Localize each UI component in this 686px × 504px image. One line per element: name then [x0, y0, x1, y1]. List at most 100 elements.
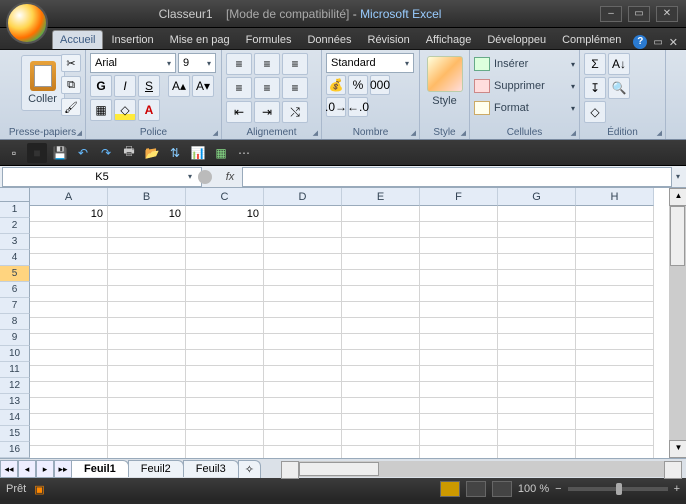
cell-B8[interactable]	[108, 318, 186, 334]
cell-C16[interactable]	[186, 446, 264, 458]
view-normal-button[interactable]	[440, 481, 460, 497]
cell-B14[interactable]	[108, 414, 186, 430]
cell-E2[interactable]	[342, 222, 420, 238]
cell-D5[interactable]	[264, 270, 342, 286]
cell-C3[interactable]	[186, 238, 264, 254]
wrap-merge-button[interactable]: ⤭	[282, 101, 308, 123]
cell-D10[interactable]	[264, 350, 342, 366]
align-center-button[interactable]: ≡	[254, 77, 280, 99]
cell-H6[interactable]	[576, 286, 654, 302]
fill-button[interactable]: ↧	[584, 77, 606, 99]
grow-font-button[interactable]: A▴	[168, 75, 190, 97]
qat-open-icon[interactable]: 📂	[142, 143, 162, 163]
cell-E15[interactable]	[342, 430, 420, 446]
cell-F15[interactable]	[420, 430, 498, 446]
qat-table-icon[interactable]: ▦	[211, 143, 231, 163]
cell-E16[interactable]	[342, 446, 420, 458]
row-header-9[interactable]: 9	[0, 330, 30, 346]
cell-C13[interactable]	[186, 398, 264, 414]
col-header-D[interactable]: D	[264, 188, 342, 206]
row-header-6[interactable]: 6	[0, 282, 30, 298]
align-middle-button[interactable]: ≡	[254, 53, 280, 75]
zoom-in-button[interactable]: +	[674, 483, 680, 495]
cell-E11[interactable]	[342, 366, 420, 382]
row-header-5[interactable]: 5	[0, 266, 30, 282]
row-header-8[interactable]: 8	[0, 314, 30, 330]
cell-F14[interactable]	[420, 414, 498, 430]
cell-A7[interactable]	[30, 302, 108, 318]
tab-affichage[interactable]: Affichage	[418, 30, 480, 49]
cell-H8[interactable]	[576, 318, 654, 334]
cell-A9[interactable]	[30, 334, 108, 350]
cell-B7[interactable]	[108, 302, 186, 318]
cell-C11[interactable]	[186, 366, 264, 382]
cell-C9[interactable]	[186, 334, 264, 350]
cell-B12[interactable]	[108, 382, 186, 398]
cell-B5[interactable]	[108, 270, 186, 286]
namebox-arrow-icon[interactable]: ▾	[188, 172, 192, 181]
cell-A11[interactable]	[30, 366, 108, 382]
autosum-button[interactable]: Σ	[584, 53, 606, 75]
doc-close-icon[interactable]: ✕	[669, 36, 678, 49]
cell-H10[interactable]	[576, 350, 654, 366]
row-header-2[interactable]: 2	[0, 218, 30, 234]
insert-cells-button[interactable]: Insérer▾	[474, 53, 575, 75]
row-header-16[interactable]: 16	[0, 442, 30, 458]
cell-D14[interactable]	[264, 414, 342, 430]
new-sheet-button[interactable]: ✧	[238, 460, 261, 478]
cell-D16[interactable]	[264, 446, 342, 458]
cell-H15[interactable]	[576, 430, 654, 446]
cell-H16[interactable]	[576, 446, 654, 458]
italic-button[interactable]: I	[114, 75, 136, 97]
cell-G8[interactable]	[498, 318, 576, 334]
cell-D11[interactable]	[264, 366, 342, 382]
cell-C8[interactable]	[186, 318, 264, 334]
cell-F3[interactable]	[420, 238, 498, 254]
sheet-tab-2[interactable]: Feuil2	[128, 460, 184, 477]
tab-revision[interactable]: Révision	[360, 30, 418, 49]
number-format-combo[interactable]: Standard▾	[326, 53, 414, 73]
row-header-10[interactable]: 10	[0, 346, 30, 362]
row-header-7[interactable]: 7	[0, 298, 30, 314]
cell-C7[interactable]	[186, 302, 264, 318]
maximize-button[interactable]: ▭	[628, 6, 650, 22]
copy-button[interactable]: ⧉	[61, 76, 81, 94]
cell-H1[interactable]	[576, 206, 654, 222]
ribbon-minimize-icon[interactable]: ▭	[653, 37, 662, 48]
tab-insertion[interactable]: Insertion	[103, 30, 161, 49]
cell-D8[interactable]	[264, 318, 342, 334]
sheet-nav-next[interactable]: ▸	[36, 460, 54, 478]
cut-button[interactable]: ✂	[61, 54, 81, 72]
cell-D7[interactable]	[264, 302, 342, 318]
percent-button[interactable]: %	[348, 75, 368, 95]
qat-new-icon[interactable]: ▫	[4, 143, 24, 163]
cell-B6[interactable]	[108, 286, 186, 302]
view-layout-button[interactable]	[466, 481, 486, 497]
name-box[interactable]: K5	[2, 167, 202, 187]
bold-button[interactable]: G	[90, 75, 112, 97]
vertical-scrollbar[interactable]	[669, 188, 686, 458]
underline-button[interactable]: S	[138, 75, 160, 97]
cell-E12[interactable]	[342, 382, 420, 398]
cell-F6[interactable]	[420, 286, 498, 302]
qat-print-icon[interactable]: 🖶	[119, 143, 139, 163]
vscroll-thumb[interactable]	[670, 206, 685, 266]
comma-button[interactable]: 000	[370, 75, 390, 95]
formula-input[interactable]	[242, 167, 672, 187]
cell-A12[interactable]	[30, 382, 108, 398]
cell-F1[interactable]	[420, 206, 498, 222]
row-header-11[interactable]: 11	[0, 362, 30, 378]
cell-E8[interactable]	[342, 318, 420, 334]
tab-accueil[interactable]: Accueil	[52, 30, 103, 49]
cell-G7[interactable]	[498, 302, 576, 318]
close-button[interactable]: ✕	[656, 6, 678, 22]
cell-H11[interactable]	[576, 366, 654, 382]
format-painter-button[interactable]: 🖌	[61, 98, 81, 116]
cell-C2[interactable]	[186, 222, 264, 238]
cell-E14[interactable]	[342, 414, 420, 430]
cell-A14[interactable]	[30, 414, 108, 430]
sheet-tab-1[interactable]: Feuil1	[71, 460, 129, 477]
hscroll-thumb[interactable]	[299, 462, 379, 476]
borders-button[interactable]: ▦	[90, 99, 112, 121]
zoom-slider[interactable]	[568, 487, 668, 491]
